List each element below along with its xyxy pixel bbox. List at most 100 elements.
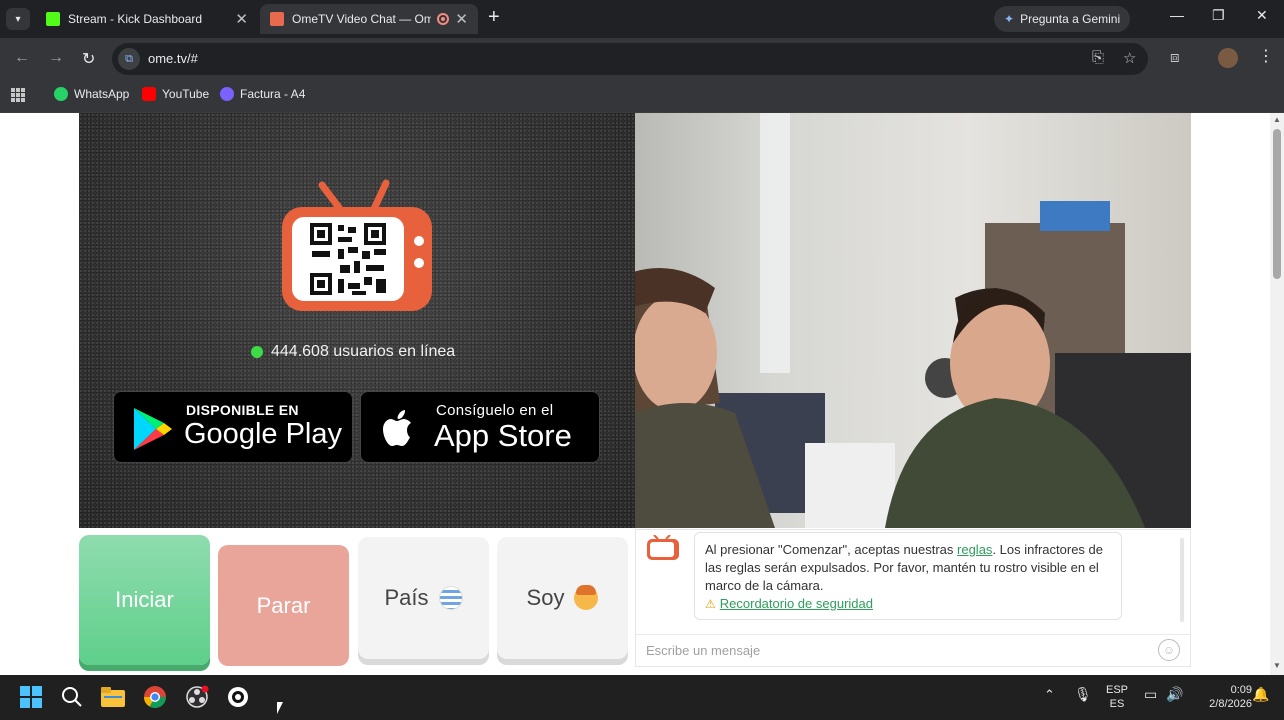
close-tab-icon[interactable]: ✕ [235,10,248,28]
back-button[interactable]: ← [14,49,30,67]
file-explorer-icon[interactable] [100,684,126,710]
ometv-chat-logo-icon [647,535,679,560]
volume-icon[interactable]: 🔊 [1166,687,1183,701]
tab-strip: ▾ Stream - Kick Dashboard ✕ OmeTV Video … [0,0,1284,38]
google-play-icon [134,408,172,450]
bookmark-youtube[interactable]: YouTube [142,87,209,101]
minimize-button[interactable]: — [1170,7,1184,23]
system-message: Al presionar "Comenzar", aceptas nuestra… [694,532,1122,620]
gemini-icon: ✦ [1004,12,1015,26]
app-store-button[interactable]: Consíguelo en el App Store [360,391,600,463]
chat-scrollbar[interactable] [1180,538,1184,622]
apps-grid-icon[interactable] [11,88,25,102]
bookmark-factura[interactable]: Factura - A4 [220,87,305,101]
google-play-small-text: DISPONIBLE EN [186,402,299,418]
youtube-icon [142,87,156,101]
cast-icon[interactable]: ⎘ [1092,49,1104,66]
tab-ometv[interactable]: OmeTV Video Chat — Ome ✕ [260,4,478,34]
bookmark-whatsapp[interactable]: WhatsApp [54,87,129,101]
windows-start-icon[interactable] [18,684,44,710]
keyboard-layout: ES [1109,698,1125,710]
online-dot-icon [251,346,263,358]
country-filter-button[interactable]: País [358,537,489,659]
uruguay-flag-icon [438,586,463,610]
clock[interactable]: 0:09 2/8/2026 [1192,683,1252,711]
gemini-button[interactable]: ✦ Pregunta a Gemini [994,6,1131,32]
country-label: País [384,585,429,610]
chat-panel: Al presionar "Comenzar", aceptas nuestra… [635,529,1191,667]
webcam-feed-image [635,113,1191,528]
bookmark-label: Factura - A4 [240,87,306,101]
factura-icon [220,87,234,101]
warning-icon: ⚠ [705,597,716,611]
url-text[interactable]: ome.tv/# [148,51,198,66]
message-input-row: ☺ [636,634,1190,666]
clock-date: 2/8/2026 [1209,698,1252,710]
online-users-indicator: 444.608 usuarios en línea [251,343,455,361]
google-play-button[interactable]: DISPONIBLE EN Google Play [113,391,353,463]
address-bar[interactable]: ⧉ ome.tv/# [112,43,1148,75]
bookmark-label: YouTube [162,87,210,101]
chrome-icon[interactable] [142,684,168,710]
language-code: ESP [1105,684,1128,696]
ometv-favicon-icon [270,12,284,26]
ometv-page: 444.608 usuarios en línea DISPONIBLE EN … [0,113,1270,675]
message-text-part1: Al presionar "Comenzar", aceptas nuestra… [705,542,958,557]
page-scrollbar[interactable]: ▲ ▼ [1270,113,1284,675]
search-icon[interactable] [59,684,85,710]
close-tab-icon[interactable]: ✕ [455,10,468,28]
language-indicator[interactable]: ESP ES [1102,683,1132,711]
self-webcam-video [635,113,1191,528]
scroll-down-icon[interactable]: ▼ [1273,661,1281,670]
microphone-icon[interactable]: 🎙 [1074,687,1092,701]
network-icon[interactable]: ▭ [1144,687,1157,701]
start-label: Iniciar [115,587,174,612]
start-button[interactable]: Iniciar [79,535,210,665]
extensions-icon[interactable]: ⧈ [1170,49,1180,66]
partner-video-placeholder: 444.608 usuarios en línea DISPONIBLE EN … [79,113,635,528]
obs-icon[interactable] [184,684,210,710]
tab-search-button[interactable]: ▾ [6,8,30,30]
google-play-big-text: Google Play [184,418,342,450]
kick-app-icon[interactable] [225,684,251,710]
gender-label: Soy [526,585,565,610]
tab-kick-dashboard[interactable]: Stream - Kick Dashboard ✕ [36,4,258,34]
bookmark-label: WhatsApp [74,87,130,101]
message-input[interactable] [646,635,1126,665]
kick-icon [46,12,60,26]
bookmark-star-icon[interactable]: ☆ [1123,49,1136,67]
forward-button[interactable]: → [48,49,64,67]
emoji-icon[interactable]: ☺ [1158,639,1180,661]
new-tab-button[interactable]: + [488,6,500,29]
close-window-button[interactable]: ✕ [1256,7,1268,24]
gender-filter-button[interactable]: Soy [497,537,628,659]
app-store-small-text: Consíguelo en el [436,402,554,419]
site-info-icon[interactable]: ⧉ [118,48,140,70]
bookmarks-bar: WhatsApp YouTube Factura - A4 [0,80,1284,113]
restore-button[interactable]: ❐ [1212,7,1225,24]
gemini-label: Pregunta a Gemini [1020,12,1121,26]
browser-toolbar: ← → ↻ ⧉ ome.tv/# ⎘ ☆ ⧈ ⋮ [0,38,1284,80]
tab-title: Stream - Kick Dashboard [68,12,203,26]
reload-button[interactable]: ↻ [82,49,95,69]
profile-avatar[interactable] [1218,48,1238,68]
safety-reminder-link[interactable]: Recordatorio de seguridad [720,596,873,611]
stop-label: Parar [256,592,311,618]
rules-link[interactable]: reglas [957,542,992,557]
browser-menu-icon[interactable]: ⋮ [1258,46,1274,66]
show-hidden-icons[interactable]: ⌃ [1044,688,1055,702]
windows-taskbar: ⌃ 🎙 ESP ES ▭ 🔊 0:09 2/8/2026 🔔 [0,675,1284,720]
clock-time: 0:09 [1230,684,1252,696]
notifications-icon[interactable]: 🔔 [1252,687,1269,701]
stop-button[interactable]: Parar [218,545,349,666]
whatsapp-icon [54,87,68,101]
ometv-tv-logo-icon [282,179,432,311]
mouse-cursor-icon [277,702,283,714]
scroll-up-icon[interactable]: ▲ [1273,115,1281,124]
boy-face-icon [574,585,599,610]
scroll-thumb[interactable] [1273,129,1281,279]
tab-title: OmeTV Video Chat — Ome [292,12,432,26]
online-users-text: 444.608 usuarios en línea [271,343,456,360]
recording-indicator-icon [437,13,450,25]
apple-icon [383,410,411,446]
